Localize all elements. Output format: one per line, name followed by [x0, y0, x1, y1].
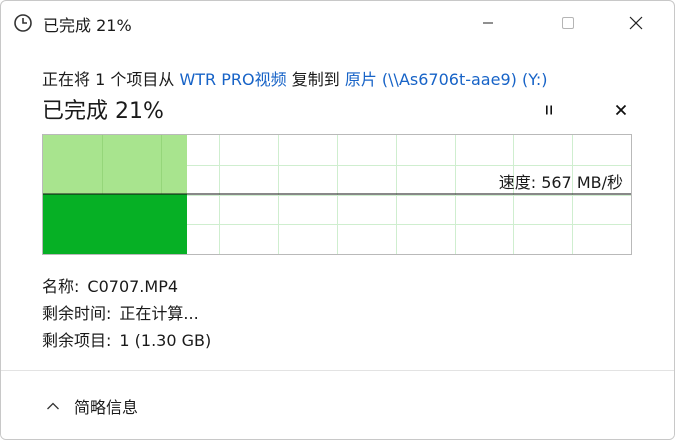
- maximize-button: [545, 1, 591, 45]
- progress-fill-lower: [43, 194, 187, 254]
- close-icon: [615, 104, 627, 116]
- speed-graph-canvas: [43, 135, 631, 254]
- minimize-button[interactable]: [465, 1, 511, 45]
- speed-label: 速度: 567 MB/秒: [498, 173, 623, 192]
- detail-name-row: 名称: C0707.MP4: [42, 273, 178, 297]
- window-title: 已完成 21%: [43, 16, 132, 35]
- file-name: C0707.MP4: [87, 277, 179, 296]
- title-bar[interactable]: 已完成 21%: [1, 1, 674, 45]
- copy-progress-dialog: 已完成 21% 正在将 1 个项目从 WTR PRO视频 复制到 原片 (\\A…: [0, 0, 675, 440]
- progress-fill-upper: [43, 135, 187, 194]
- detail-label: 剩余时间:: [42, 304, 112, 323]
- cancel-button[interactable]: [607, 97, 635, 123]
- window-close-button[interactable]: [613, 1, 659, 45]
- time-remaining: 正在计算...: [119, 304, 199, 323]
- maximize-icon: [562, 17, 574, 29]
- speed-graph: 速度: 567 MB/秒: [42, 134, 632, 255]
- items-remaining: 1 (1.30 GB): [119, 331, 212, 350]
- description-middle: 复制到: [291, 70, 340, 89]
- detail-label: 名称:: [42, 277, 80, 296]
- detail-items-row: 剩余项目: 1 (1.30 GB): [42, 327, 211, 351]
- destination-link[interactable]: 原片 (\\As6706t-aae9) (Y:): [345, 70, 548, 89]
- detail-time-row: 剩余时间: 正在计算...: [42, 300, 199, 324]
- close-icon: [629, 16, 643, 30]
- transfer-description: 正在将 1 个项目从 WTR PRO视频 复制到 原片 (\\As6706t-a…: [42, 66, 547, 90]
- progress-percent-text: 已完成 21%: [42, 99, 164, 124]
- pause-icon: [546, 105, 552, 115]
- minimize-icon: [483, 22, 493, 24]
- fewer-details-label: 简略信息: [74, 398, 139, 417]
- fewer-details-button[interactable]: 简略信息: [46, 393, 138, 419]
- description-prefix: 正在将 1 个项目从: [42, 70, 175, 89]
- clock-icon: [14, 14, 32, 32]
- detail-label: 剩余项目:: [42, 331, 112, 350]
- source-link[interactable]: WTR PRO视频: [179, 70, 286, 89]
- dialog-footer: 简略信息: [1, 370, 674, 439]
- chevron-up-icon: [47, 402, 59, 410]
- pause-button[interactable]: [535, 97, 563, 123]
